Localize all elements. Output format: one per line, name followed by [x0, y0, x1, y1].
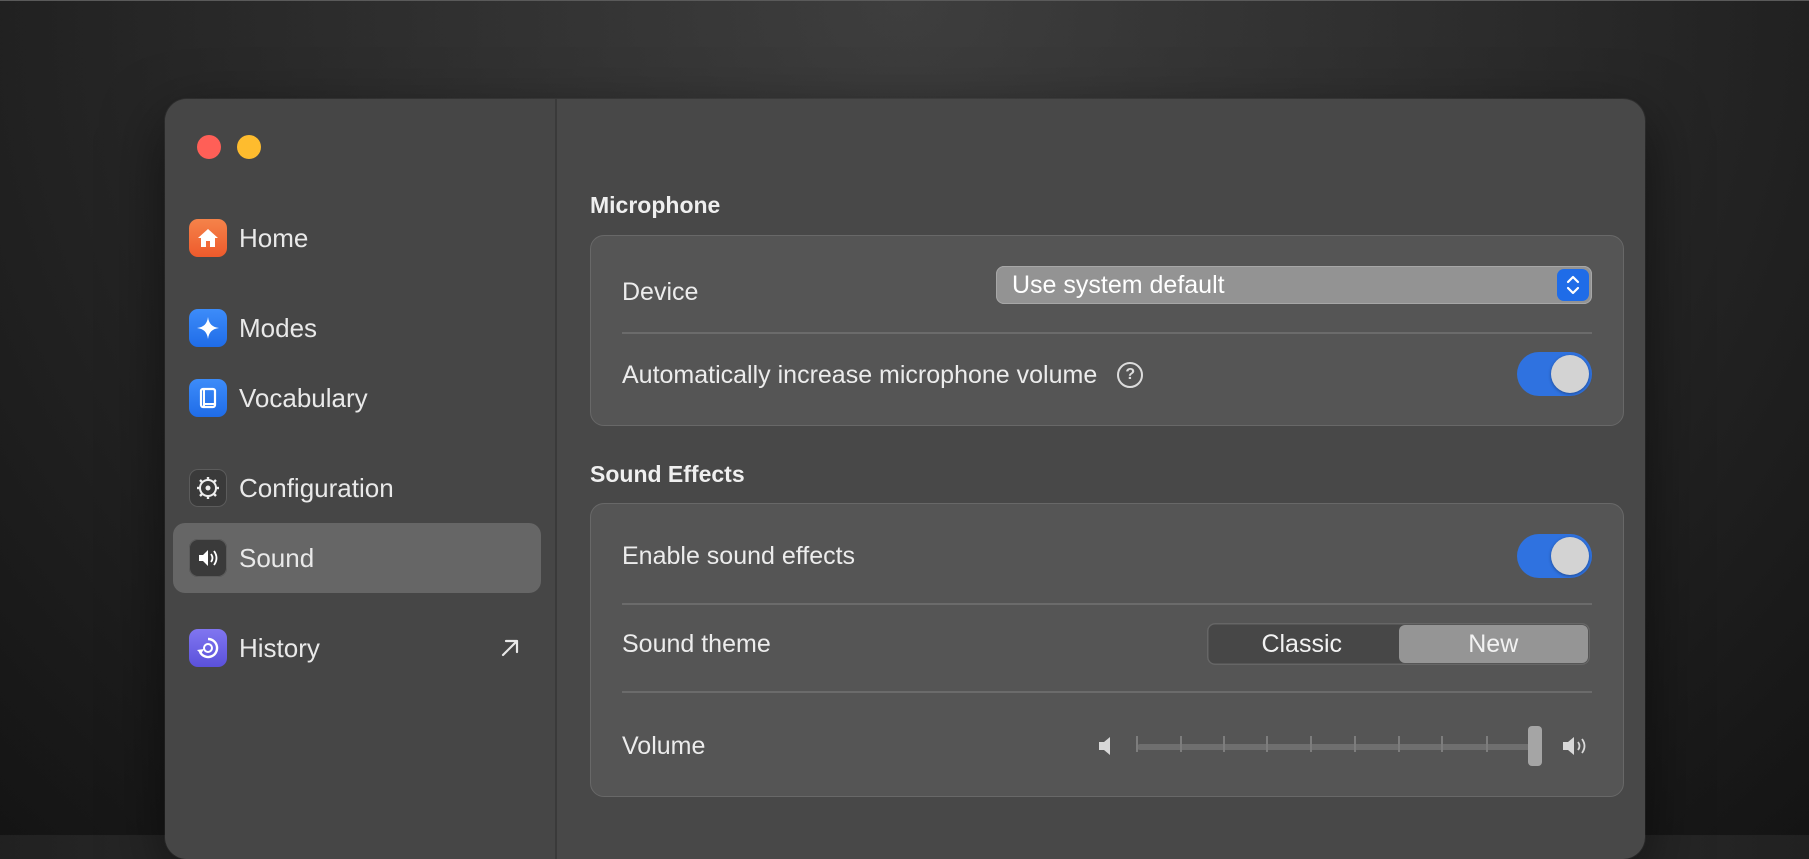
volume-slider-thumb[interactable] — [1528, 726, 1542, 766]
sidebar-item-label: Vocabulary — [239, 382, 368, 413]
volume-label: Volume — [622, 731, 706, 760]
volume-tick — [1266, 736, 1268, 752]
device-select-value: Use system default — [1012, 271, 1225, 299]
divider — [622, 332, 1592, 334]
volume-tick — [1441, 736, 1443, 752]
volume-tick — [1354, 736, 1356, 752]
toggle-knob — [1551, 355, 1589, 393]
volume-tick — [1223, 736, 1225, 752]
toggle-knob — [1551, 537, 1589, 575]
sidebar-item-history[interactable]: History — [173, 613, 541, 683]
sidebar-item-label: Sound — [239, 542, 315, 573]
sidebar-item-home[interactable]: Home — [173, 203, 541, 273]
sidebar-item-label: Configuration — [239, 472, 394, 503]
volume-tick — [1486, 736, 1488, 752]
help-icon[interactable]: ? — [1117, 362, 1144, 388]
speaker-low-icon — [1096, 734, 1118, 763]
sound-theme-classic-option[interactable]: Classic — [1207, 623, 1397, 665]
device-select[interactable]: Use system default — [996, 266, 1592, 304]
sound-theme-segmented-control: Classic New — [1207, 623, 1590, 665]
minimize-window-button[interactable] — [237, 135, 261, 159]
close-window-button[interactable] — [197, 135, 221, 159]
home-icon — [189, 219, 227, 257]
speaker-icon — [189, 539, 227, 577]
microphone-section-title: Microphone — [590, 192, 721, 218]
auto-volume-label: Automatically increase microphone volume — [622, 360, 1098, 389]
sidebar-item-vocabulary[interactable]: Vocabulary — [173, 363, 541, 433]
sparkle-icon — [189, 309, 227, 347]
screen-top-border — [0, 0, 1809, 1]
volume-tick — [1310, 736, 1312, 752]
content-pane: Microphone Device Use system default Aut… — [590, 99, 1645, 859]
sidebar-item-sound[interactable]: Sound — [173, 523, 541, 593]
sidebar-item-label: Modes — [239, 312, 318, 343]
sidebar-item-label: History — [239, 632, 320, 663]
volume-tick — [1180, 736, 1182, 752]
history-icon — [189, 629, 227, 667]
enable-sound-effects-toggle[interactable] — [1517, 534, 1592, 578]
volume-tick — [1398, 736, 1400, 752]
volume-tick — [1136, 736, 1138, 752]
sidebar-item-label: Home — [239, 222, 309, 253]
microphone-card: Device Use system default Automatically … — [590, 235, 1624, 426]
volume-slider[interactable] — [1096, 726, 1592, 766]
enable-sound-effects-row: Enable sound effects — [622, 528, 1592, 584]
sound-theme-new-option[interactable]: New — [1398, 625, 1588, 663]
auto-volume-toggle[interactable] — [1517, 352, 1592, 396]
sidebar-item-configuration[interactable]: Configuration — [173, 453, 541, 523]
sound-effects-section-title: Sound Effects — [590, 461, 745, 487]
sound-theme-label: Sound theme — [622, 629, 771, 658]
divider — [622, 691, 1592, 693]
chevron-updown-icon — [1557, 269, 1589, 301]
speaker-high-icon — [1560, 734, 1592, 763]
enable-sound-effects-label: Enable sound effects — [622, 541, 856, 570]
book-icon — [189, 379, 227, 417]
device-label: Device — [622, 277, 699, 306]
volume-track — [1137, 744, 1533, 750]
sound-effects-card: Enable sound effects Sound theme Classic… — [590, 503, 1624, 797]
auto-volume-row: Automatically increase microphone volume… — [622, 345, 1592, 405]
sidebar: Home Modes Vocabulary Configuration Soun — [165, 99, 557, 859]
sidebar-item-modes[interactable]: Modes — [173, 293, 541, 363]
external-link-icon — [497, 635, 523, 666]
settings-window: Home Modes Vocabulary Configuration Soun — [165, 99, 1645, 859]
divider — [622, 603, 1592, 605]
gear-icon — [189, 469, 227, 507]
